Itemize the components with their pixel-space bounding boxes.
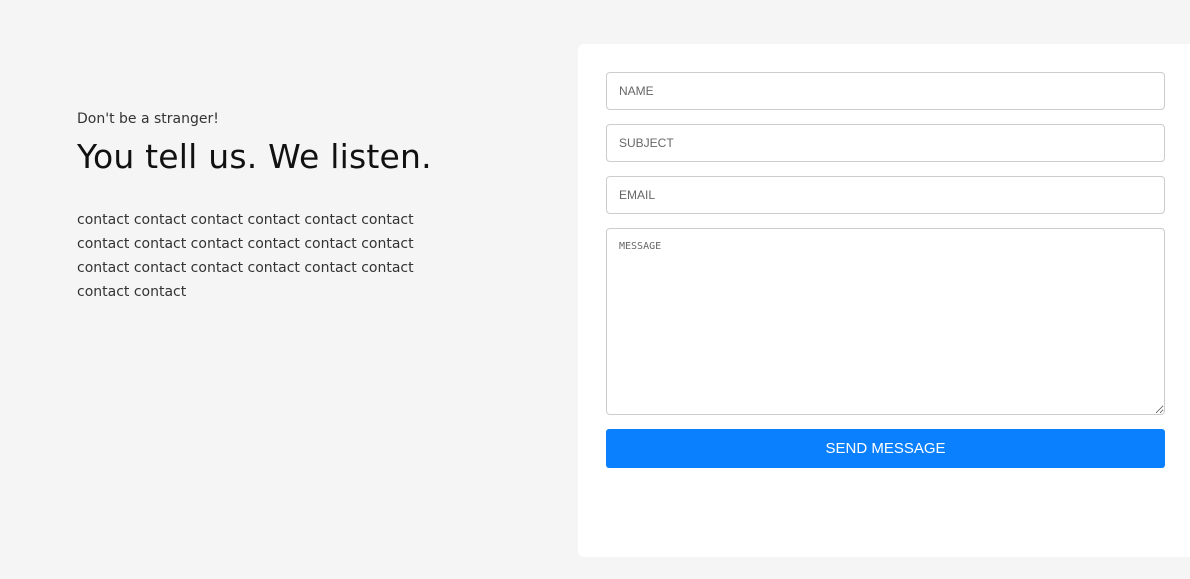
name-input[interactable]: [606, 72, 1165, 110]
contact-intro: Don't be a stranger! You tell us. We lis…: [77, 110, 477, 304]
intro-headline: You tell us. We listen.: [77, 137, 432, 176]
intro-kicker: Don't be a stranger!: [77, 111, 219, 127]
message-textarea[interactable]: [606, 228, 1165, 415]
send-message-button[interactable]: SEND MESSAGE: [606, 429, 1165, 468]
subject-input[interactable]: [606, 124, 1165, 162]
contact-page: Don't be a stranger! You tell us. We lis…: [0, 0, 1190, 579]
contact-form: SEND MESSAGE: [578, 44, 1190, 557]
email-input[interactable]: [606, 176, 1165, 214]
intro-body-text: contact contact contact contact contact …: [77, 212, 414, 300]
